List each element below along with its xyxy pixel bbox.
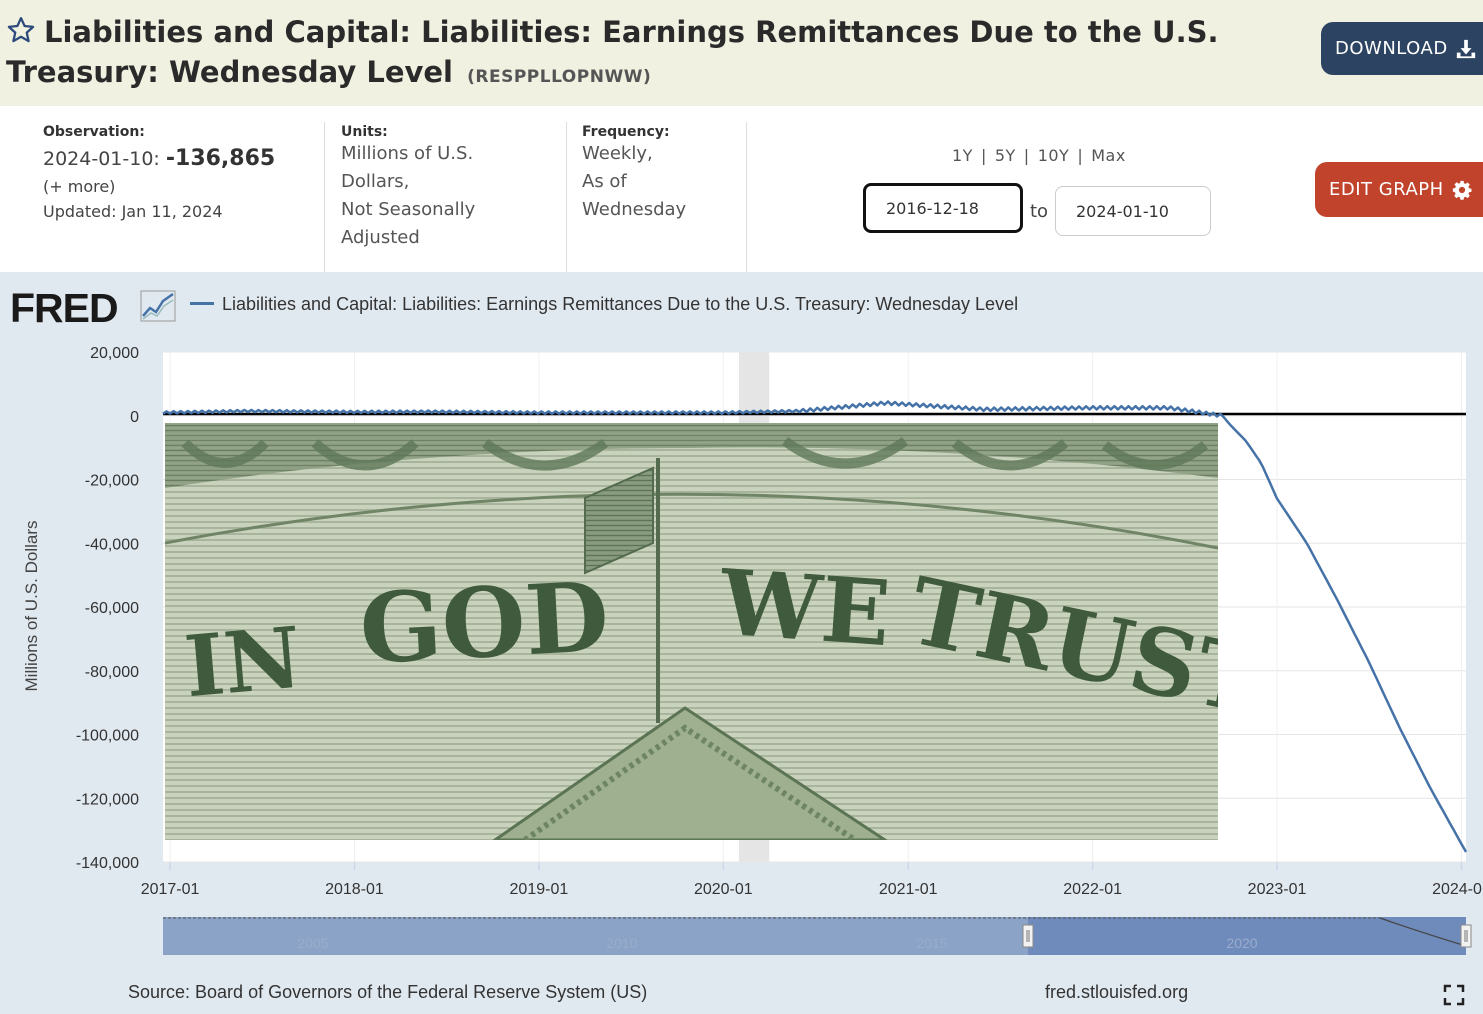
divider [746, 122, 747, 272]
y-tick-label: 20,000 [90, 345, 139, 362]
range-max[interactable]: Max [1091, 146, 1126, 165]
x-axis-ticks: 2017-01 2018-01 2019-01 2020-01 2021-01 2022-… [141, 881, 1483, 898]
star-icon[interactable] [6, 15, 36, 45]
y-axis-label: Millions of U.S. Dollars [22, 521, 41, 692]
y-tick-label: -80,000 [85, 664, 139, 681]
navigator-handle-left[interactable] [1022, 924, 1034, 948]
y-tick-label: 0 [130, 409, 139, 426]
in-god-we-trust-image: IN GOD WE TRUST [165, 423, 1218, 840]
legend-series-name: Liabilities and Capital: Liabilities: Ea… [222, 294, 1019, 314]
gear-icon [1452, 180, 1472, 200]
range-5y[interactable]: 5Y [995, 146, 1016, 165]
series-id: (RESPPLLOPNWW) [467, 67, 652, 87]
page-title-block: Liabilities and Capital: Liabilities: Ea… [6, 12, 1296, 97]
edit-graph-button[interactable]: EDIT GRAPH [1315, 162, 1483, 217]
range-selector: 1Y | 5Y | 10Y | Max [952, 146, 1126, 165]
edit-graph-label: EDIT GRAPH [1329, 179, 1444, 200]
range-1y[interactable]: 1Y [952, 146, 973, 165]
navigator-year-label: 2010 [606, 935, 637, 951]
start-date-input[interactable]: 2016-12-18 [863, 183, 1023, 233]
x-tick-label: 2024-01 [1432, 881, 1483, 898]
units-value: Millions of U.S. Dollars, Not Seasonally… [341, 143, 476, 248]
page-header: Liabilities and Capital: Liabilities: Ea… [0, 0, 1483, 106]
range-10y[interactable]: 10Y [1038, 146, 1070, 165]
to-label: to [1030, 201, 1049, 222]
navigator-year-label: 2015 [916, 935, 947, 951]
frequency-label: Frequency: [582, 124, 670, 140]
download-button[interactable]: DOWNLOAD [1321, 22, 1483, 75]
source-note: Source: Board of Governors of the Federa… [128, 982, 648, 1002]
fullscreen-icon[interactable] [1443, 984, 1465, 1006]
navigator-year-label: 2020 [1226, 935, 1257, 951]
units-label: Units: [341, 124, 388, 140]
navigator: 2005 2010 2015 2020 [163, 917, 1472, 955]
y-tick-label: -20,000 [85, 473, 139, 490]
observation-block: Observation: 2024-01-10: -136,865 (+ mor… [43, 124, 275, 221]
y-tick-label: -100,000 [76, 728, 139, 745]
observation-date: 2024-01-10: [43, 148, 160, 170]
series-meta-panel: Observation: 2024-01-10: -136,865 (+ mor… [0, 106, 1483, 272]
more-link[interactable]: (+ more) [43, 177, 275, 196]
overlay-word-in: IN [181, 608, 305, 717]
x-tick-label: 2023-01 [1248, 881, 1307, 898]
x-tick-label: 2022-01 [1063, 881, 1122, 898]
x-tick-label: 2021-01 [879, 881, 938, 898]
observation-value: -136,865 [165, 146, 276, 171]
fred-logo: FRED [10, 285, 119, 331]
download-label: DOWNLOAD [1335, 38, 1448, 59]
site-link[interactable]: fred.stlouisfed.org [1045, 982, 1188, 1003]
x-tick-label: 2020-01 [694, 881, 753, 898]
frequency-value: Weekly, As of Wednesday [582, 143, 687, 220]
y-tick-label: -40,000 [85, 536, 139, 553]
navigator-handle-right[interactable] [1460, 924, 1472, 948]
observation-label: Observation: [43, 124, 145, 140]
y-tick-label: -140,000 [76, 855, 139, 872]
y-axis-ticks: 20,000 0 -20,000 -40,000 -60,000 -80,000 -100,… [76, 345, 139, 872]
overlay-word-we: WE [716, 550, 894, 668]
units-block: Units: Millions of U.S. Dollars, Not Sea… [341, 124, 475, 252]
end-date-input[interactable]: 2024-01-10 [1055, 186, 1211, 236]
divider [324, 122, 325, 272]
fred-chart-logo-icon [140, 290, 176, 322]
download-icon [1456, 39, 1475, 58]
legend-swatch [190, 302, 214, 305]
x-tick-label: 2017-01 [141, 881, 200, 898]
x-tick-label: 2018-01 [325, 881, 384, 898]
chart-legend: Liabilities and Capital: Liabilities: Ea… [190, 294, 1018, 315]
navigator-year-label: 2005 [297, 935, 328, 951]
divider [566, 122, 567, 272]
frequency-block: Frequency: Weekly, As of Wednesday [582, 124, 686, 224]
x-tick-label: 2019-01 [510, 881, 569, 898]
overlay-word-god: GOD [357, 560, 611, 686]
y-tick-label: -60,000 [85, 600, 139, 617]
y-tick-label: -120,000 [76, 791, 139, 808]
updated-date: Updated: Jan 11, 2024 [43, 202, 223, 221]
